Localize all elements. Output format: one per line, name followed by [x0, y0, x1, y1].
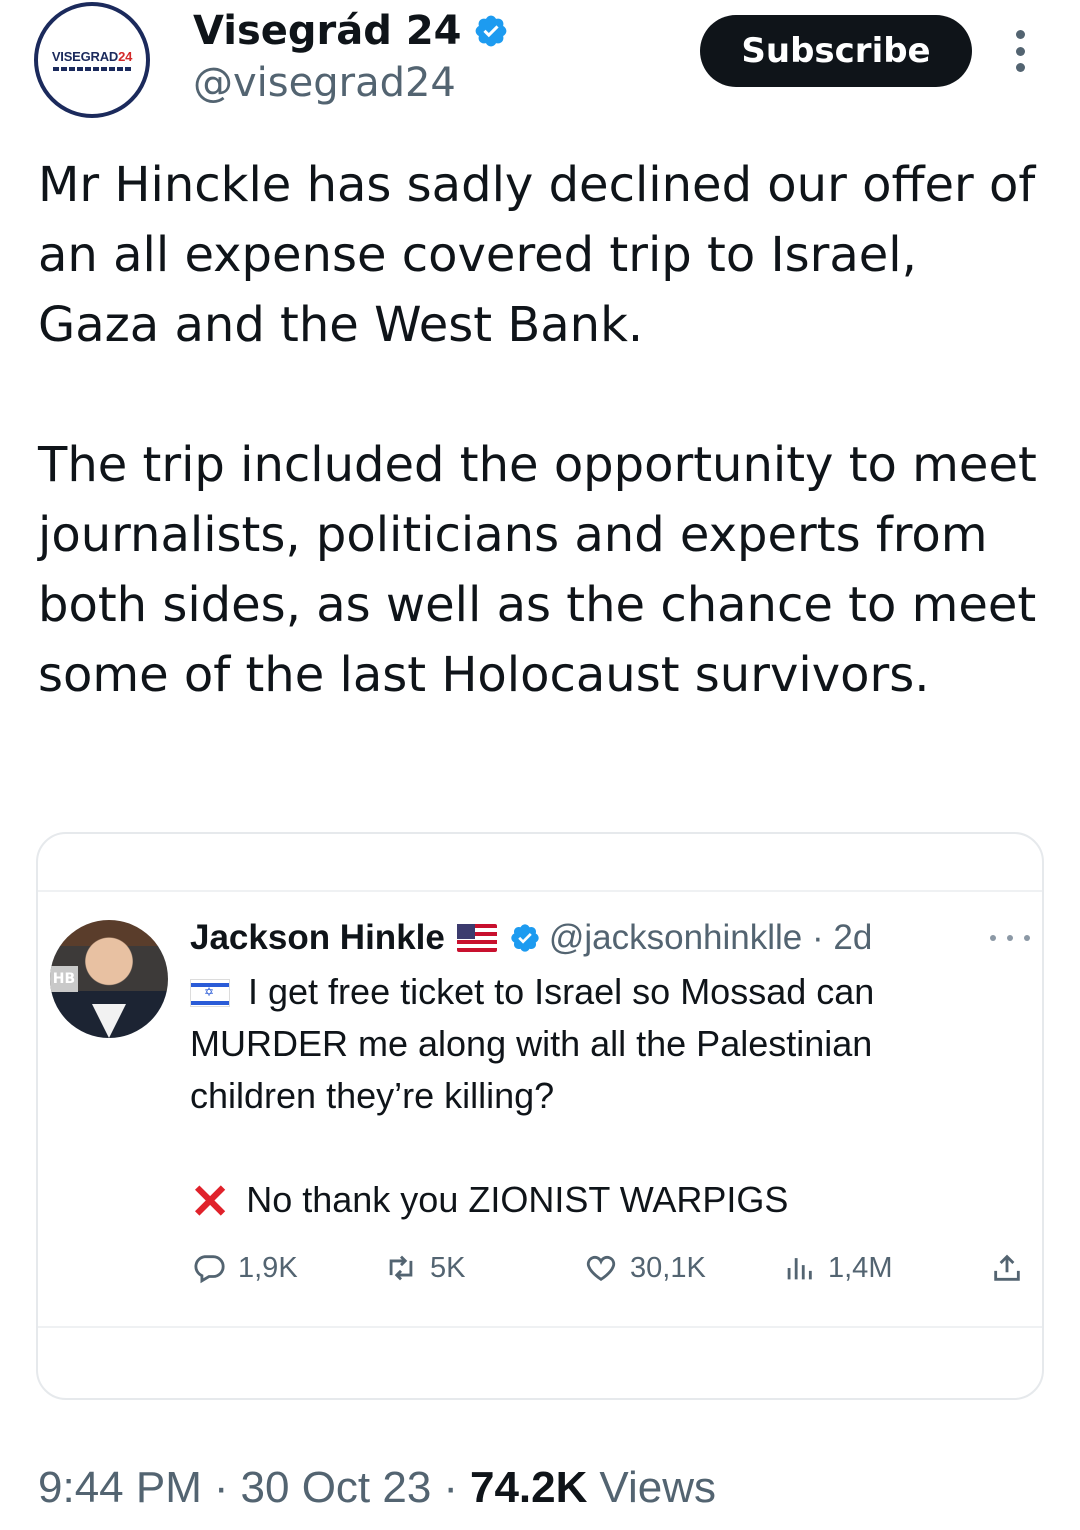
more-dot — [1015, 46, 1025, 56]
tweet-paragraph: The trip included the opportunity to mee… — [38, 437, 1037, 703]
tweet-paragraph: Mr Hinckle has sadly declined our offer … — [38, 157, 1036, 353]
author-name-row[interactable]: Visegrád 24 — [193, 8, 509, 54]
author-display-name[interactable]: Visegrád 24 — [193, 8, 461, 54]
repost-count: 5K — [430, 1251, 466, 1284]
subscribe-button[interactable]: Subscribe — [700, 15, 972, 87]
tweet-meta: 9:44 PM · 30 Oct 23 · 74.2K Views — [38, 1460, 716, 1516]
more-dot — [1015, 30, 1025, 39]
meta-separator: · — [213, 1463, 229, 1512]
author-avatar[interactable]: VISEGRAD24 — [34, 2, 150, 118]
views-count: 1,4M — [828, 1251, 893, 1284]
tweet-views-label: Views — [599, 1463, 716, 1512]
reply-icon — [194, 1255, 225, 1284]
author-handle[interactable]: @visegrad24 — [193, 60, 456, 106]
repost-button[interactable]: 5K — [384, 1244, 465, 1292]
quoted-tweet-actions: 1,9K 5K 30,1K 1,4M — [0, 1244, 1080, 1292]
meta-separator: · — [443, 1463, 458, 1512]
quoted-paragraph: I get free ticket to Israel so Mossad ca… — [190, 966, 990, 1122]
share-button[interactable] — [990, 1244, 1036, 1292]
tweet-time[interactable]: 9:44 PM — [38, 1463, 202, 1513]
reply-button[interactable]: 1,9K — [192, 1244, 298, 1292]
views-chart-icon — [787, 1258, 812, 1280]
us-flag-icon — [456, 924, 497, 952]
reply-count: 1,9K — [238, 1251, 298, 1284]
more-dot — [1007, 935, 1013, 941]
red-x-mark-icon: ✕ — [190, 1176, 231, 1229]
more-dot — [1015, 63, 1025, 72]
quoted-tweet-text: I get free ticket to Israel so Mossad ca… — [190, 966, 990, 1229]
quoted-author-handle-time[interactable]: @jacksonhinklle · 2d — [549, 918, 872, 958]
avatar-logo: VISEGRAD24 — [51, 49, 133, 64]
share-icon — [994, 1254, 1020, 1281]
views-button[interactable]: 1,4M — [782, 1244, 892, 1292]
more-vertical-icon[interactable] — [1011, 30, 1029, 72]
avatar-logo-underline — [53, 67, 131, 71]
tweet-date[interactable]: 30 Oct 23 — [241, 1463, 432, 1513]
repost-icon — [389, 1255, 413, 1281]
quoted-tweet-header: Jackson Hinkle @jacksonhinklle · 2d — [190, 914, 872, 962]
quoted-paragraph: ✕ No thank you ZIONIST WARPIGS — [190, 1176, 789, 1229]
avatar-overlay-label: HB — [50, 966, 78, 992]
verified-badge-icon — [476, 15, 507, 47]
like-count: 30,1K — [630, 1251, 706, 1284]
quoted-author-avatar[interactable]: HB — [50, 920, 168, 1038]
tweet-text: Mr Hinckle has sadly declined our offer … — [38, 150, 1048, 710]
quoted-author-name[interactable]: Jackson Hinkle — [190, 918, 445, 958]
tweet-views-count: 74.2K — [469, 1463, 588, 1512]
verified-badge-icon — [511, 924, 539, 952]
heart-icon — [586, 1255, 616, 1282]
more-dot — [990, 935, 996, 941]
avatar-collar — [92, 1004, 126, 1038]
more-dot — [1024, 935, 1030, 941]
like-button[interactable]: 30,1K — [584, 1244, 706, 1292]
more-horizontal-icon[interactable] — [990, 935, 1030, 943]
israel-flag-icon — [190, 979, 230, 1007]
